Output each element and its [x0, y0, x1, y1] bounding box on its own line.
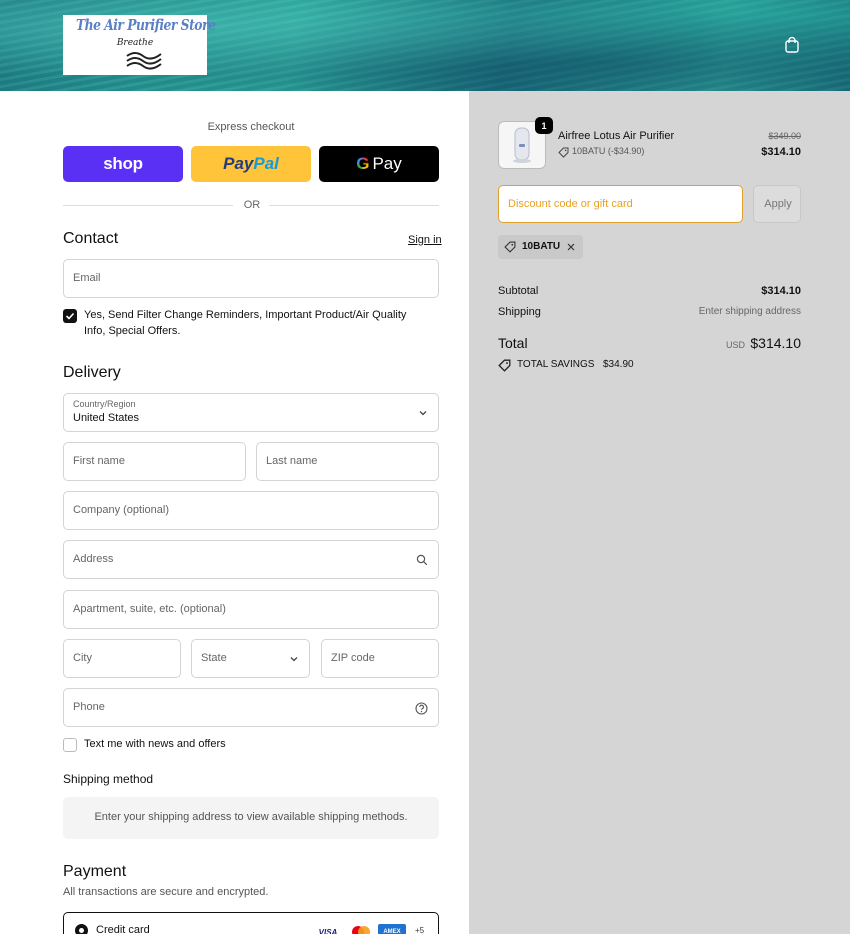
google-g-icon: G [356, 154, 370, 173]
product-price: $314.10 [761, 146, 801, 158]
close-icon[interactable] [567, 243, 575, 251]
savings-tag-icon [498, 359, 511, 372]
total-savings-value: $34.90 [603, 359, 634, 370]
shopping-bag-icon[interactable] [783, 36, 801, 54]
header-banner: The Air Purifier Store Breathe [0, 0, 850, 91]
contact-heading: Contact [63, 230, 119, 247]
shipping-method-heading: Shipping method [63, 772, 154, 786]
tag-icon [558, 147, 569, 158]
logo-subtitle: Breathe [116, 38, 154, 48]
subtotal-label: Subtotal [498, 285, 539, 297]
payment-heading: Payment [63, 863, 127, 880]
address-field[interactable]: Address [63, 540, 439, 579]
total-value: $314.10 [750, 335, 801, 351]
first-name-placeholder: First name [73, 455, 125, 467]
divider-right [269, 205, 439, 206]
wave-icon [126, 52, 162, 70]
checkout-form: Express checkout shop Pay Pal G Pay OR Con… [0, 91, 469, 934]
city-placeholder: City [73, 652, 92, 664]
zip-placeholder: ZIP code [331, 652, 375, 664]
credit-card-label: Credit card [96, 924, 150, 934]
apartment-placeholder: Apartment, suite, etc. (optional) [73, 603, 226, 615]
city-field[interactable]: City [63, 639, 181, 678]
checkmark-icon [65, 312, 75, 320]
chevron-down-icon [290, 657, 298, 662]
delivery-heading: Delivery [63, 364, 121, 381]
sign-in-link[interactable]: Sign in [408, 234, 442, 246]
payment-subtitle: All transactions are secure and encrypte… [63, 886, 269, 898]
order-summary: 1 Airfree Lotus Air Purifier 10BATU (-$3… [469, 91, 850, 934]
applied-discount-chip: 10BATU [498, 235, 583, 259]
sms-checkbox[interactable] [63, 738, 77, 752]
help-icon[interactable] [415, 702, 428, 715]
credit-card-radio[interactable] [75, 924, 88, 934]
tag-icon [504, 241, 516, 253]
store-logo[interactable]: The Air Purifier Store Breathe [63, 15, 216, 75]
or-divider-text: OR [243, 199, 261, 211]
discount-code-placeholder: Discount code or gift card [508, 198, 633, 210]
mastercard-logo [352, 926, 370, 934]
shop-pay-button[interactable]: shop [63, 146, 183, 182]
shipping-value: Enter shipping address [698, 306, 801, 317]
state-placeholder: State [201, 652, 227, 664]
amex-logo: AMEX [378, 924, 406, 934]
apply-button-label: Apply [764, 198, 792, 210]
quantity-badge: 1 [535, 117, 553, 134]
chevron-down-icon [419, 411, 427, 416]
total-label: Total [498, 335, 528, 351]
divider-left [63, 205, 233, 206]
shipping-method-message: Enter your shipping address to view avai… [94, 811, 408, 823]
zip-field[interactable]: ZIP code [321, 639, 439, 678]
applied-discount-code: 10BATU [522, 241, 561, 252]
sms-label: Text me with news and offers [84, 738, 226, 750]
optin-label: Yes, Send Filter Change Reminders, Impor… [84, 309, 407, 337]
phone-field[interactable]: Phone [63, 688, 439, 727]
apartment-field[interactable]: Apartment, suite, etc. (optional) [63, 590, 439, 629]
google-pay-label: Pay [372, 154, 402, 173]
shop-pay-label: shop [103, 154, 143, 173]
apply-button[interactable]: Apply [753, 185, 801, 223]
original-price: $349.00 [768, 131, 801, 141]
paypal-label-part1: Pay [223, 154, 254, 173]
company-placeholder: Company (optional) [73, 504, 169, 516]
shipping-label: Shipping [498, 306, 541, 318]
google-pay-button[interactable]: G Pay [319, 146, 439, 182]
country-select[interactable]: Country/Region United States [63, 393, 439, 432]
email-placeholder: Email [73, 272, 101, 284]
logo-title: The Air Purifier Store [75, 16, 216, 34]
shipping-method-placeholder: Enter your shipping address to view avai… [63, 797, 439, 839]
express-checkout-label: Express checkout [207, 121, 295, 133]
paypal-label-part2: Pal [253, 154, 279, 173]
country-label: Country/Region [73, 399, 136, 409]
state-select[interactable]: State [191, 639, 310, 678]
last-name-field[interactable]: Last name [256, 442, 439, 481]
address-placeholder: Address [73, 553, 114, 565]
company-field[interactable]: Company (optional) [63, 491, 439, 530]
discount-code-input[interactable]: Discount code or gift card [498, 185, 743, 223]
visa-logo: VISA [314, 924, 342, 934]
first-name-field[interactable]: First name [63, 442, 246, 481]
optin-checkbox[interactable] [63, 309, 77, 323]
product-discount-code: 10BATU (-$34.90) [572, 146, 645, 156]
total-savings-label: TOTAL SAVINGS [517, 359, 595, 370]
country-value: United States [73, 412, 140, 424]
last-name-placeholder: Last name [266, 455, 318, 467]
email-field[interactable]: Email [63, 259, 439, 298]
paypal-button[interactable]: Pay Pal [191, 146, 311, 182]
search-icon [416, 554, 428, 566]
credit-card-option[interactable]: Credit card VISA AMEX +5 [63, 912, 439, 934]
more-cards-count: +5 [415, 926, 425, 934]
phone-placeholder: Phone [73, 701, 105, 713]
subtotal-value: $314.10 [761, 285, 801, 297]
product-name: Airfree Lotus Air Purifier [558, 130, 675, 142]
